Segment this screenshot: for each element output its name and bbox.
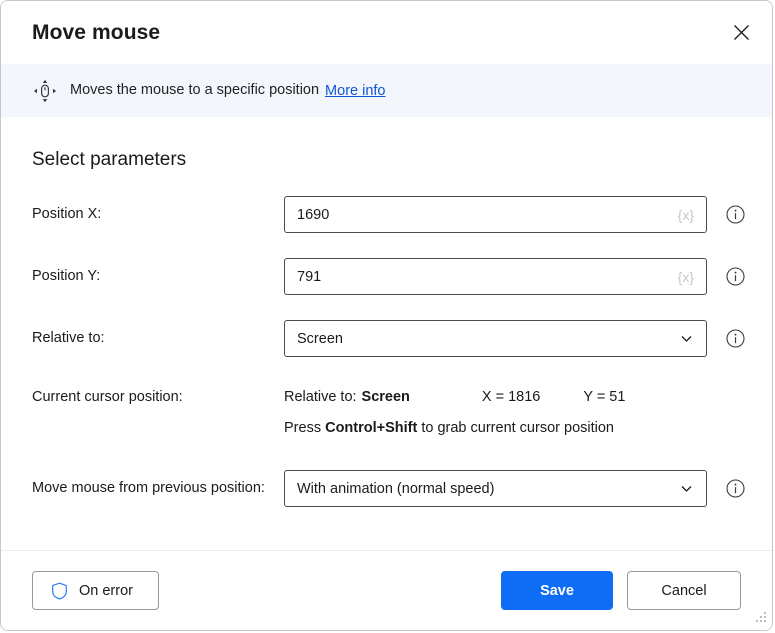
info-icon-relative-to[interactable] bbox=[726, 329, 745, 348]
info-icon-move-mode[interactable] bbox=[726, 479, 745, 498]
dialog-footer: On error Save Cancel bbox=[1, 550, 772, 630]
label-position-y: Position Y: bbox=[32, 267, 101, 284]
position-y-value: 791 bbox=[297, 268, 322, 285]
more-info-link[interactable]: More info bbox=[325, 83, 385, 99]
field-row-position-y: Position Y: 791 {x} bbox=[32, 258, 745, 295]
cursor-readout-line: Relative to: Screen X = 1816 Y = 51 bbox=[284, 389, 625, 405]
current-cursor-position-readout: Relative to: Screen X = 1816 Y = 51 Pres… bbox=[284, 389, 625, 436]
cursor-y-readout: Y = 51 bbox=[583, 389, 626, 405]
on-error-label: On error bbox=[79, 582, 133, 599]
info-icon-position-y[interactable] bbox=[726, 267, 745, 286]
chevron-down-icon bbox=[679, 331, 694, 346]
description-banner: Moves the mouse to a specific position M… bbox=[1, 64, 772, 117]
position-x-input[interactable]: 1690 {x} bbox=[284, 196, 707, 233]
variable-glyph-icon[interactable]: {x} bbox=[678, 269, 694, 285]
hint-prefix: Press bbox=[284, 420, 326, 436]
hint-shortcut-keys: Control+Shift bbox=[325, 420, 418, 436]
close-icon bbox=[733, 24, 750, 41]
variable-glyph-icon[interactable]: {x} bbox=[678, 207, 694, 223]
move-mouse-icon bbox=[32, 78, 58, 104]
dialog-titlebar: Move mouse bbox=[1, 1, 772, 64]
save-button[interactable]: Save bbox=[501, 571, 613, 610]
field-row-relative-to: Relative to: Screen bbox=[32, 320, 745, 357]
footer-actions: Save Cancel bbox=[501, 571, 741, 610]
resize-grip-icon[interactable] bbox=[753, 611, 767, 625]
cancel-button[interactable]: Cancel bbox=[627, 571, 741, 610]
cursor-relative-to-label: Relative to: bbox=[284, 389, 357, 405]
move-mode-value: With animation (normal speed) bbox=[297, 480, 495, 497]
chevron-down-icon bbox=[679, 481, 694, 496]
label-position-x: Position X: bbox=[32, 205, 102, 222]
cursor-x-readout: X = 1816 bbox=[481, 389, 541, 405]
current-cursor-position-row: Current cursor position: Relative to: Sc… bbox=[32, 389, 741, 436]
info-icon-position-x[interactable] bbox=[726, 205, 745, 224]
banner-text: Moves the mouse to a specific position bbox=[70, 82, 320, 99]
shield-icon bbox=[51, 582, 68, 600]
position-y-input[interactable]: 791 {x} bbox=[284, 258, 707, 295]
on-error-button[interactable]: On error bbox=[32, 571, 159, 610]
field-row-position-x: Position X: 1690 {x} bbox=[32, 196, 745, 233]
label-relative-to: Relative to: bbox=[32, 329, 105, 346]
field-row-move-mode: Move mouse from previous position: With … bbox=[32, 470, 745, 507]
close-button[interactable] bbox=[718, 10, 764, 56]
position-x-value: 1690 bbox=[297, 206, 330, 223]
move-mode-dropdown[interactable]: With animation (normal speed) bbox=[284, 470, 707, 507]
dialog-body: Select parameters Position X: 1690 {x} P… bbox=[1, 117, 772, 550]
section-title: Select parameters bbox=[32, 149, 187, 170]
label-current-cursor-position: Current cursor position: bbox=[32, 389, 183, 405]
label-move-mode: Move mouse from previous position: bbox=[32, 479, 265, 496]
page-title: Move mouse bbox=[32, 20, 161, 44]
relative-to-dropdown[interactable]: Screen bbox=[284, 320, 707, 357]
move-mouse-dialog: Move mouse Moves the mouse to a specific… bbox=[0, 0, 773, 631]
grab-cursor-hint: Press Control+Shift to grab current curs… bbox=[284, 420, 625, 436]
relative-to-value: Screen bbox=[297, 330, 343, 347]
hint-suffix: to grab current cursor position bbox=[417, 420, 614, 436]
cursor-relative-to-value: Screen bbox=[361, 389, 410, 405]
